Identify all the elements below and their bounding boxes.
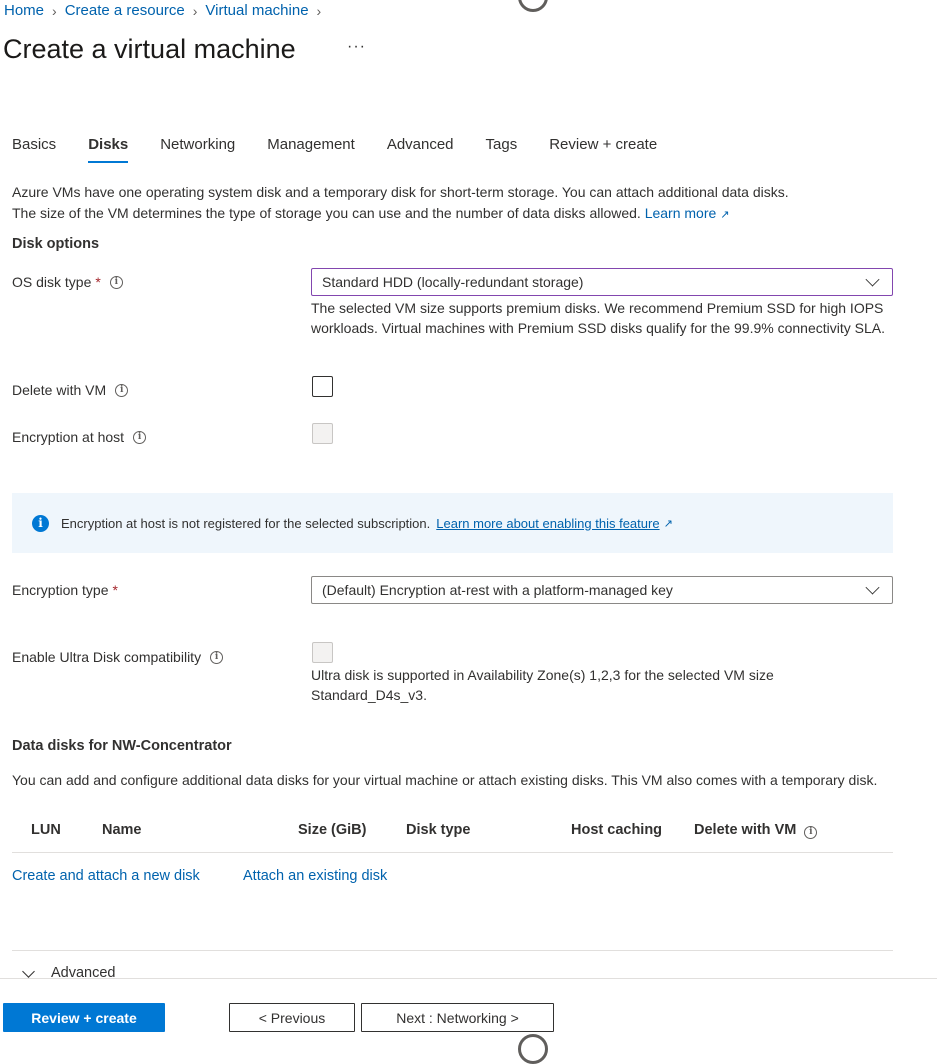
data-disks-description: You can add and configure additional dat…	[12, 772, 878, 788]
encryption-at-host-checkbox[interactable]	[312, 423, 333, 444]
footer-divider	[0, 978, 937, 979]
chevron-right-icon: ›	[316, 2, 322, 19]
column-delete-with-vm: Delete with VM i	[694, 822, 818, 839]
encryption-at-host-label: Encryption at host i	[12, 429, 147, 445]
ultra-disk-checkbox[interactable]	[312, 642, 333, 663]
info-icon[interactable]: i	[133, 430, 147, 444]
review-create-button[interactable]: Review + create	[3, 1003, 165, 1032]
breadcrumb-create-resource[interactable]: Create a resource	[65, 2, 185, 19]
page-title: Create a virtual machine	[3, 34, 296, 64]
os-disk-type-label-text: OS disk type	[12, 274, 92, 290]
attach-existing-disk-link[interactable]: Attach an existing disk	[243, 868, 387, 884]
tab-bar: Basics Disks Networking Management Advan…	[12, 136, 689, 163]
previous-button[interactable]: < Previous	[229, 1003, 355, 1032]
encryption-type-label: Encryption type *	[12, 582, 118, 598]
column-lun: LUN	[31, 822, 61, 838]
info-icon[interactable]: i	[109, 275, 123, 289]
info-icon[interactable]: i	[210, 650, 224, 664]
tab-disks[interactable]: Disks	[88, 136, 129, 163]
intro-line-2: The size of the VM determines the type o…	[12, 203, 892, 226]
encryption-info-banner: i Encryption at host is not registered f…	[12, 493, 893, 553]
column-name: Name	[102, 822, 142, 838]
column-delete-with-vm-text: Delete with VM	[694, 822, 797, 838]
delete-with-vm-label: Delete with VM i	[12, 382, 129, 398]
ultra-disk-label-text: Enable Ultra Disk compatibility	[12, 649, 202, 665]
info-icon[interactable]: i	[115, 383, 129, 397]
encryption-at-host-label-text: Encryption at host	[12, 429, 125, 445]
info-icon[interactable]: i	[804, 825, 818, 839]
tab-management[interactable]: Management	[267, 136, 355, 163]
next-networking-button[interactable]: Next : Networking >	[361, 1003, 554, 1032]
tab-networking[interactable]: Networking	[160, 136, 235, 163]
create-attach-disk-link[interactable]: Create and attach a new disk	[12, 868, 200, 884]
decorative-ring	[518, 0, 548, 12]
chevron-down-icon	[865, 579, 880, 595]
ultra-disk-label: Enable Ultra Disk compatibility i	[12, 649, 224, 665]
data-disks-table-header: LUN Name Size (GiB) Disk type Host cachi…	[12, 821, 893, 853]
tab-review-create[interactable]: Review + create	[549, 136, 657, 163]
section-divider	[12, 950, 893, 951]
required-mark: *	[112, 582, 118, 598]
os-disk-type-select[interactable]: Standard HDD (locally-redundant storage)	[311, 268, 893, 296]
more-options-icon[interactable]: ···	[347, 38, 366, 56]
tab-tags[interactable]: Tags	[486, 136, 518, 163]
breadcrumb-home[interactable]: Home	[4, 2, 44, 19]
learn-more-enabling-link[interactable]: Learn more about enabling this feature	[436, 516, 659, 531]
os-disk-type-help: The selected VM size supports premium di…	[311, 300, 885, 336]
os-disk-type-label: OS disk type * i	[12, 274, 123, 290]
tab-advanced[interactable]: Advanced	[387, 136, 454, 163]
column-host-caching: Host caching	[571, 822, 663, 838]
learn-more-link[interactable]: Learn more	[645, 205, 717, 221]
info-icon: i	[32, 514, 49, 532]
chevron-right-icon: ›	[52, 2, 57, 19]
data-disks-heading: Data disks for NW-Concentrator	[12, 738, 232, 754]
tab-basics[interactable]: Basics	[12, 136, 56, 163]
column-disk-type: Disk type	[406, 822, 471, 838]
required-mark: *	[95, 274, 101, 290]
chevron-right-icon: ›	[192, 2, 198, 19]
encryption-type-label-text: Encryption type	[12, 582, 109, 598]
column-size: Size (GiB)	[298, 822, 367, 838]
breadcrumb-virtual-machine[interactable]: Virtual machine	[205, 2, 308, 19]
disk-options-heading: Disk options	[12, 236, 100, 252]
intro-line-1: Azure VMs have one operating system disk…	[12, 184, 789, 200]
encryption-type-value: (Default) Encryption at-rest with a plat…	[322, 582, 673, 598]
chevron-down-icon	[22, 964, 35, 978]
external-link-icon: ↗	[720, 209, 730, 221]
decorative-ring	[518, 1034, 548, 1064]
intro-text: Azure VMs have one operating system disk…	[12, 182, 892, 226]
os-disk-type-value: Standard HDD (locally-redundant storage)	[322, 274, 584, 290]
chevron-down-icon	[865, 271, 880, 287]
external-link-icon: ↗	[663, 517, 673, 530]
delete-with-vm-label-text: Delete with VM	[12, 382, 107, 398]
intro-line-2-text: The size of the VM determines the type o…	[12, 205, 641, 221]
breadcrumb: Home › Create a resource › Virtual machi…	[4, 2, 329, 19]
delete-with-vm-checkbox[interactable]	[312, 376, 333, 397]
banner-text: Encryption at host is not registered for…	[61, 515, 431, 531]
ultra-disk-help: Ultra disk is supported in Availability …	[311, 667, 774, 703]
encryption-type-select[interactable]: (Default) Encryption at-rest with a plat…	[311, 576, 893, 604]
